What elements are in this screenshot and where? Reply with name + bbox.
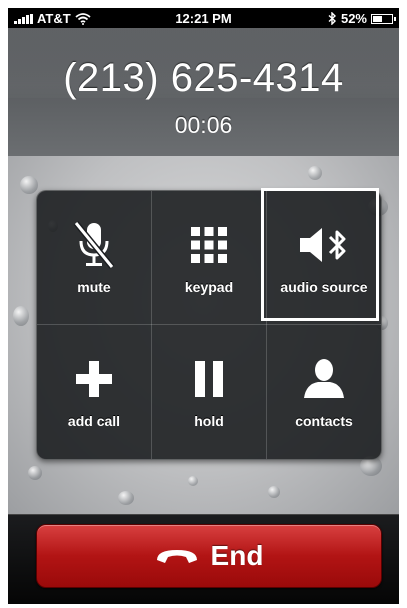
keypad-button[interactable]: keypad <box>152 191 266 323</box>
hold-label: hold <box>194 413 224 429</box>
contacts-button[interactable]: contacts <box>267 325 381 457</box>
plus-icon <box>37 355 151 403</box>
bluetooth-icon <box>328 12 336 25</box>
end-call-button[interactable]: End <box>36 524 382 588</box>
keypad-icon <box>152 221 266 269</box>
battery-icon <box>371 13 396 24</box>
contacts-label: contacts <box>295 413 353 429</box>
person-icon <box>267 355 381 403</box>
hang-up-icon <box>156 550 197 563</box>
keypad-label: keypad <box>184 279 234 295</box>
mute-label: mute <box>77 279 111 295</box>
add-call-label: add call <box>67 413 121 429</box>
status-right: 52% <box>328 11 396 26</box>
call-header: (213) 625-4314 00:06 <box>8 28 399 157</box>
mute-button[interactable]: mute <box>37 191 151 323</box>
pause-icon <box>152 355 266 403</box>
mute-icon <box>37 221 151 269</box>
end-call-label: End <box>210 540 264 571</box>
audio-source-highlight <box>261 188 379 321</box>
hold-button[interactable]: hold <box>152 325 266 457</box>
caller-number: (213) 625-4314 <box>63 56 344 100</box>
battery-percent: 52% <box>340 11 367 26</box>
status-bar: AT&T 12:21 PM 52% <box>8 8 399 28</box>
add-call-button[interactable]: add call <box>37 325 151 457</box>
phone-screen: AT&T 12:21 PM 52% (213) 625-4314 00:06 m… <box>8 8 399 604</box>
call-duration: 00:06 <box>174 112 233 138</box>
